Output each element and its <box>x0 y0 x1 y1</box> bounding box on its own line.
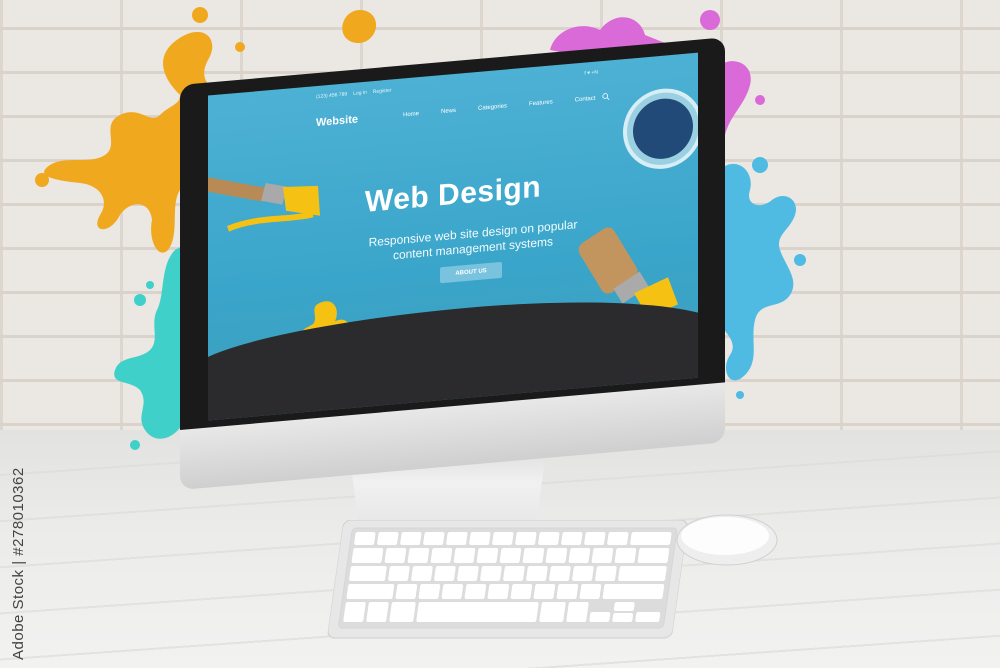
about-us-button[interactable]: ABOUT US <box>440 261 502 284</box>
mouse[interactable] <box>675 510 780 568</box>
nav-home[interactable]: Home <box>403 111 419 118</box>
monitor-screen: (123) 456 789 Log in Register f ♥ +N Web… <box>208 52 698 421</box>
nav-contact[interactable]: Contact <box>575 96 596 104</box>
desktop-monitor: (123) 456 789 Log in Register f ♥ +N Web… <box>180 0 725 490</box>
website-logo[interactable]: Website <box>316 113 358 129</box>
nav-features[interactable]: Features <box>529 99 553 107</box>
search-icon[interactable] <box>602 92 610 101</box>
social-icons[interactable]: f ♥ +N <box>584 69 598 76</box>
topbar-phone: (123) 456 789 <box>316 91 348 101</box>
keyboard[interactable] <box>327 520 689 640</box>
register-link[interactable]: Register <box>373 88 392 96</box>
stock-watermark: Adobe Stock | #278010362 <box>10 467 27 660</box>
hero-subtitle: Responsive web site design on popular co… <box>368 217 578 263</box>
nav-categories[interactable]: Categories <box>478 103 507 112</box>
login-link[interactable]: Log in <box>353 90 367 97</box>
nav-news[interactable]: News <box>441 108 456 115</box>
